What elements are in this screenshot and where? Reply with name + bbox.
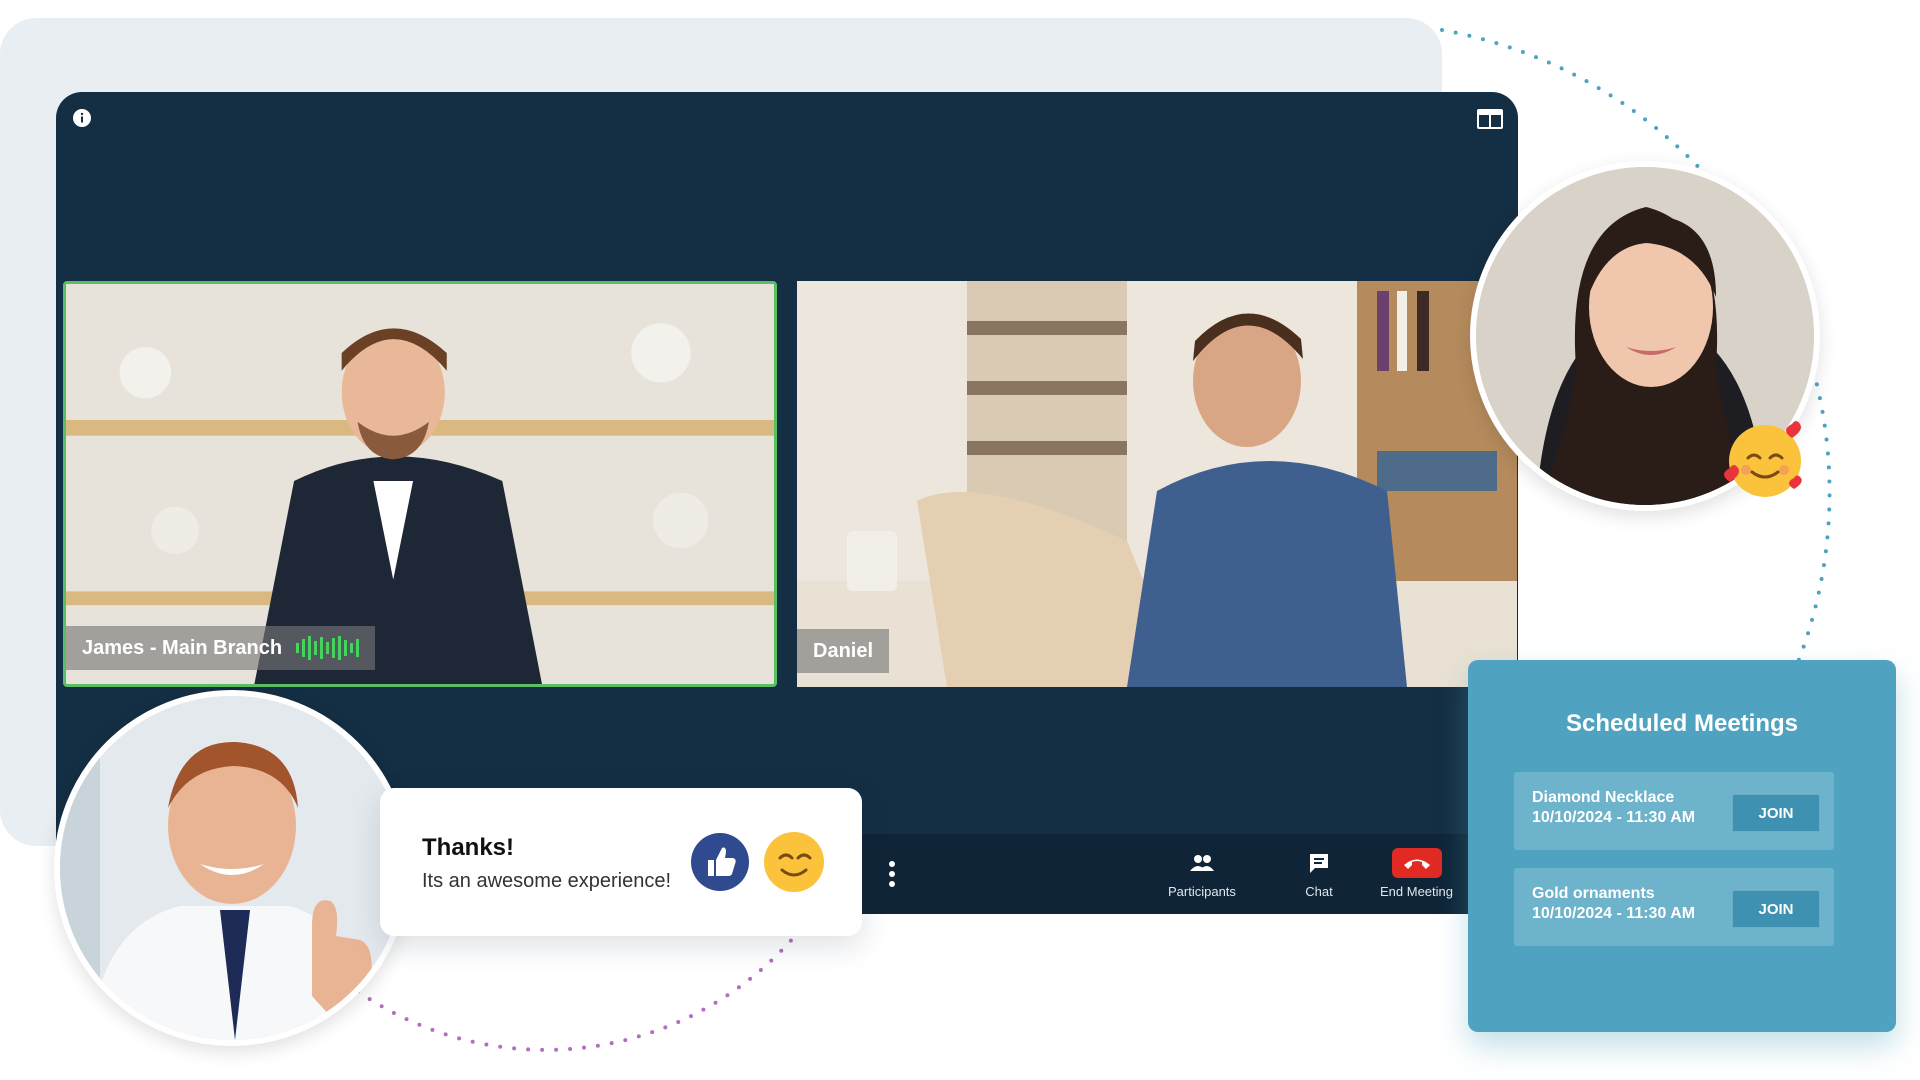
- phone-hangup-icon: [1403, 859, 1430, 869]
- comment-title: Thanks!: [422, 834, 515, 861]
- daniel-video-feed: [797, 281, 1517, 687]
- layout-icon[interactable]: [1476, 108, 1504, 130]
- info-icon[interactable]: [72, 108, 92, 128]
- meeting-card: Gold ornaments 10/10/2024 - 11:30 AM JOI…: [1514, 868, 1834, 946]
- end-meeting-label: End Meeting: [1380, 884, 1453, 899]
- participants-icon: [1189, 855, 1214, 871]
- participants-button[interactable]: Participants: [1168, 848, 1236, 899]
- scheduled-meetings-title: Scheduled Meetings: [1565, 710, 1799, 737]
- join-button[interactable]: JOIN: [1732, 890, 1820, 928]
- hearts-emoji-icon: [1724, 421, 1802, 497]
- participants-label: Participants: [1168, 884, 1236, 899]
- audio-wave-icon: [296, 636, 360, 660]
- comment-bubble: Thanks! Its an awesome experience!: [380, 788, 862, 936]
- meeting-datetime: 10/10/2024 - 11:30 AM: [1532, 905, 1696, 922]
- video-tile-daniel[interactable]: Daniel: [797, 281, 1517, 687]
- participant-name: Daniel: [813, 639, 874, 662]
- james-video-feed: [66, 284, 774, 684]
- meeting-name: Gold ornaments: [1532, 885, 1655, 902]
- meeting-card: Diamond Necklace 10/10/2024 - 11:30 AM J…: [1514, 772, 1834, 850]
- chat-button[interactable]: Chat: [1294, 848, 1344, 899]
- avatar-man: [54, 690, 410, 1046]
- chat-icon: [1310, 854, 1328, 873]
- participant-name-tag: James - Main Branch: [66, 626, 376, 670]
- video-tile-james[interactable]: James - Main Branch: [63, 281, 777, 687]
- scheduled-meetings-panel: Scheduled Meetings Diamond Necklace 10/1…: [1468, 660, 1896, 1032]
- meeting-name: Diamond Necklace: [1532, 789, 1675, 806]
- join-button[interactable]: JOIN: [1732, 794, 1820, 832]
- thumbs-up-icon[interactable]: [690, 832, 750, 892]
- more-vertical-icon[interactable]: [888, 860, 896, 888]
- meeting-datetime: 10/10/2024 - 11:30 AM: [1532, 809, 1696, 826]
- chat-label: Chat: [1305, 884, 1333, 899]
- comment-text: Its an awesome experience!: [422, 870, 672, 892]
- participant-name: James - Main Branch: [82, 636, 283, 659]
- smile-emoji-icon[interactable]: [762, 830, 826, 894]
- end-meeting-button[interactable]: End Meeting: [1380, 848, 1453, 899]
- participant-name-tag: Daniel: [797, 629, 890, 673]
